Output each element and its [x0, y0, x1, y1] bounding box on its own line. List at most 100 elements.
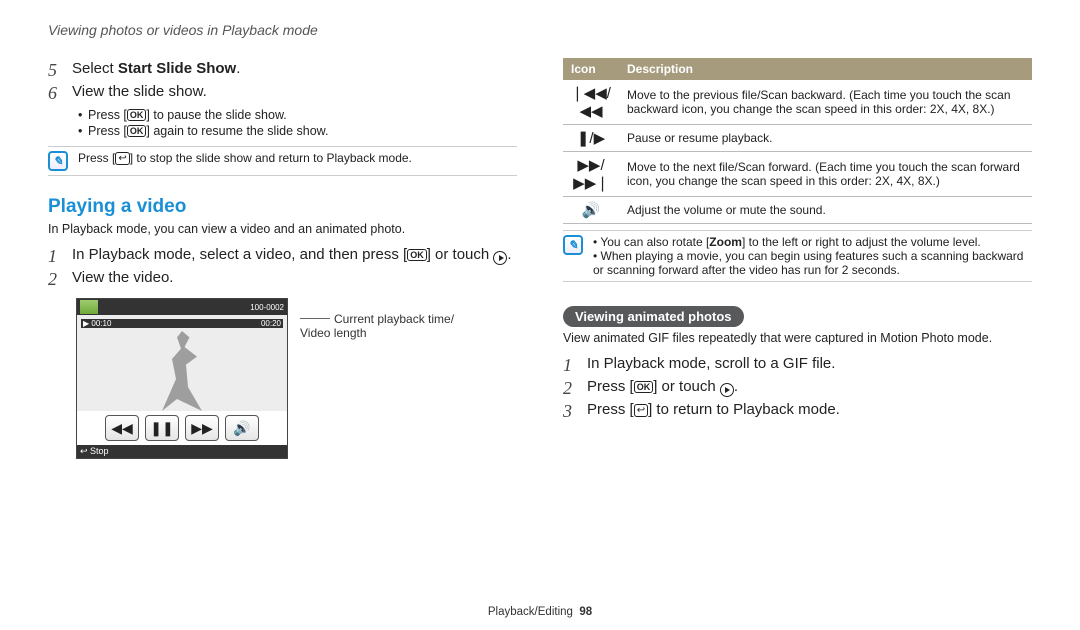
subsection-heading-animated-photos: Viewing animated photos [563, 306, 744, 327]
ok-icon: OK [127, 109, 147, 121]
zoom-bold: Zoom [709, 235, 742, 249]
step-number: 5 [48, 60, 62, 81]
text: You can also rotate [ [600, 235, 709, 249]
icon-table: Icon Description ❘◀◀/◀◀ Move to the prev… [563, 58, 1032, 224]
page-number: 98 [579, 606, 592, 618]
camera-topbar: 100-0002 [77, 299, 287, 315]
ok-icon: OK [127, 125, 147, 137]
ok-icon: OK [634, 381, 654, 393]
table-row: ▶▶/▶▶❘ Move to the next file/Scan forwar… [563, 152, 1032, 197]
col-header-icon: Icon [563, 58, 619, 80]
text: ] to return to Playback mode. [648, 401, 840, 418]
play-step-2: 2 View the video. [48, 269, 517, 290]
footer-label: Playback/Editing [488, 606, 573, 618]
cell-desc: Move to the previous file/Scan backward.… [619, 80, 1032, 125]
prev-scan-icon: ❘◀◀/◀◀ [563, 80, 619, 125]
bullet-item: Press [OK] again to resume the slide sho… [78, 124, 517, 138]
page-header: Viewing photos or videos in Playback mod… [48, 22, 1032, 38]
step-text: Select Start Slide Show. [72, 60, 240, 81]
text: . [507, 246, 511, 263]
cell-desc: Move to the next file/Scan forward. (Eac… [619, 152, 1032, 197]
section-heading-playing-a-video: Playing a video [48, 196, 517, 218]
table-row: ❘◀◀/◀◀ Move to the previous file/Scan ba… [563, 80, 1032, 125]
text: ] or touch [427, 246, 494, 263]
stop-label: Stop [90, 446, 109, 456]
play-icon [493, 251, 507, 265]
step-text: In Playback mode, scroll to a GIF file. [587, 355, 835, 376]
note-box: ✎ You can also rotate [Zoom] to the left… [563, 230, 1032, 282]
subsection-subtitle: View animated GIF files repeatedly that … [563, 331, 1032, 345]
step-number: 1 [563, 355, 577, 376]
text: In Playback mode, select a video, and th… [72, 246, 407, 263]
play-step-1: 1 In Playback mode, select a video, and … [48, 246, 517, 267]
ok-icon: OK [407, 249, 427, 261]
step-5: 5 Select Start Slide Show. [48, 60, 517, 81]
text: Press [ [88, 108, 127, 122]
left-column: 5 Select Start Slide Show. 6 View the sl… [48, 58, 517, 459]
time-total: 00:20 [261, 319, 281, 328]
next-scan-icon: ▶▶/▶▶❘ [563, 152, 619, 197]
volume-icon: 🔊 [563, 197, 619, 224]
step-text: View the video. [72, 269, 173, 290]
table-row: 🔊 Adjust the volume or mute the sound. [563, 197, 1032, 224]
table-header-row: Icon Description [563, 58, 1032, 80]
back-icon: ↩ [634, 404, 648, 417]
cell-desc: Adjust the volume or mute the sound. [619, 197, 1032, 224]
camera-scene: ▶ 00:10 00:20 [77, 315, 287, 411]
text: ] to pause the slide show. [146, 108, 286, 122]
bullet-item: Press [OK] to pause the slide show. [78, 108, 517, 122]
step-text: View the slide show. [72, 83, 207, 104]
step-number: 6 [48, 83, 62, 104]
note-bullet: When playing a movie, you can begin usin… [593, 249, 1032, 277]
step-text: Press [↩] to return to Playback mode. [587, 401, 840, 422]
step-number: 1 [48, 246, 62, 267]
text: Press [ [587, 401, 634, 418]
col-header-description: Description [619, 58, 1032, 80]
stop-bar: ↩ Stop [77, 445, 287, 458]
sub-bullets: Press [OK] to pause the slide show. Pres… [78, 108, 517, 138]
note-icon: ✎ [563, 235, 583, 255]
time-elapsed: 00:10 [91, 319, 111, 328]
step-number: 2 [48, 269, 62, 290]
back-icon: ↩ [115, 152, 129, 165]
thumbnail-icon [80, 300, 98, 314]
text: ] to the left or right to adjust the vol… [742, 235, 981, 249]
text: ] or touch [653, 378, 720, 395]
text: ] to stop the slide show and return to P… [130, 151, 412, 165]
forward-button[interactable]: ▶▶ [185, 415, 219, 441]
step-6: 6 View the slide show. [48, 83, 517, 104]
step-number: 3 [563, 401, 577, 422]
text: Press [ [78, 151, 115, 165]
text: ] again to resume the slide show. [146, 124, 328, 138]
gif-step-2: 2 Press [OK] or touch . [563, 378, 1032, 399]
text: Press [ [88, 124, 127, 138]
right-column: Icon Description ❘◀◀/◀◀ Move to the prev… [563, 58, 1032, 459]
play-time-elapsed: ▶ 00:10 [83, 319, 111, 328]
callout-label: Current playback time/ Video length [300, 312, 454, 459]
text: . [236, 60, 240, 77]
note-icon: ✎ [48, 151, 68, 171]
note-text: Press [↩] to stop the slide show and ret… [78, 151, 412, 165]
note-text: You can also rotate [Zoom] to the left o… [593, 235, 1032, 277]
file-counter: 100-0002 [250, 303, 284, 312]
note-bullet: You can also rotate [Zoom] to the left o… [593, 235, 1032, 249]
dancer-silhouette [157, 331, 207, 411]
volume-button[interactable]: 🔊 [225, 415, 259, 441]
step-text: In Playback mode, select a video, and th… [72, 246, 512, 267]
pause-play-icon: ❚/▶ [563, 125, 619, 152]
section-subtitle: In Playback mode, you can view a video a… [48, 222, 517, 236]
text: . [734, 378, 738, 395]
two-column-layout: 5 Select Start Slide Show. 6 View the sl… [48, 58, 1032, 459]
step-number: 2 [563, 378, 577, 399]
caption-line1: Current playback time/ [334, 312, 454, 326]
step-text: Press [OK] or touch . [587, 378, 738, 399]
camera-controls: ◀◀ ❚❚ ▶▶ 🔊 [77, 411, 287, 445]
bold-text: Start Slide Show [118, 60, 236, 77]
time-bar: ▶ 00:10 00:20 [81, 319, 283, 328]
leader-line [300, 318, 330, 319]
text: Select [72, 60, 118, 77]
pause-button[interactable]: ❚❚ [145, 415, 179, 441]
gif-step-3: 3 Press [↩] to return to Playback mode. [563, 401, 1032, 422]
camera-screen: 100-0002 ▶ 00:10 00:20 ◀◀ ❚❚ ▶▶ 🔊 ↩ Stop [76, 298, 288, 459]
rewind-button[interactable]: ◀◀ [105, 415, 139, 441]
